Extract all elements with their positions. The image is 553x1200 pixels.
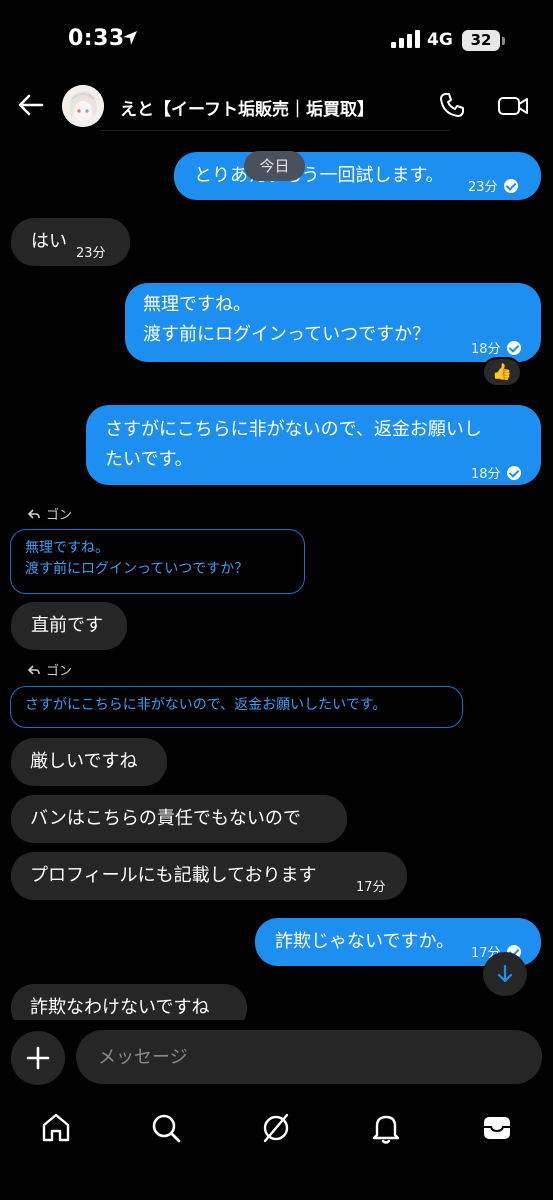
incoming-message[interactable]: プロフィールにも記載しております 17分 [11,852,407,900]
bell-icon[interactable] [368,1110,404,1146]
status-time: 0:33 [68,26,125,51]
add-attachment-button[interactable] [11,1031,65,1085]
search-icon[interactable] [148,1110,184,1146]
read-check-icon [506,341,521,355]
reply-arrow-icon [28,665,40,675]
message-line: さすがにこちらに非がないので、返金お願いし [105,419,482,440]
message-text: 詐欺なわけないですね [30,997,210,1018]
battery-tip [502,37,505,45]
message-line: 無理ですね。 [143,294,251,315]
message-text: 直前です [31,615,103,636]
explore-icon[interactable] [258,1110,294,1146]
home-indicator [180,1178,373,1184]
video-camera-icon[interactable] [497,92,529,120]
battery-level: 32 [462,30,500,51]
message-time: 18分 [471,342,501,357]
quote-line: 渡す前にログインっていつですか？ [25,561,249,577]
message-meta: 18分 [471,460,521,490]
message-text: 詐欺じゃないですか。 [275,931,455,952]
home-icon[interactable] [38,1110,74,1146]
reply-author: ゴン [46,664,73,679]
quoted-message[interactable]: 無理ですね。 渡す前にログインっていつですか？ [10,529,305,594]
bottom-navigation [0,1100,553,1200]
status-bar: 0:33 4G 32 [0,0,553,80]
contact-name[interactable]: えと【イーフト垢販売｜垢買取】 [120,95,374,120]
header-divider [100,130,450,131]
quote-line: 無理ですね。 [25,540,109,556]
read-check-icon [506,466,521,480]
message-time: 23分 [468,180,498,195]
cellular-signal-icon [391,30,420,48]
reply-label: ゴン [28,660,72,679]
outgoing-message[interactable]: さすがにこちらに非がないので、返金お願いし たいです。 18分 [86,405,541,485]
incoming-message[interactable]: バンはこちらの責任でもないので [11,795,347,843]
incoming-message[interactable]: 直前です [11,602,127,650]
message-input[interactable] [76,1030,542,1084]
inbox-icon[interactable] [479,1110,515,1146]
read-check-icon [503,179,518,193]
phone-icon[interactable] [438,91,466,119]
incoming-message[interactable]: 詐欺なわけないですね [11,984,247,1020]
arrow-down-icon [497,964,513,983]
scroll-to-bottom-button[interactable] [483,952,527,996]
message-text: バンはこちらの責任でもないので [30,808,301,829]
message-list[interactable]: とりあえずもう一回試します。 23分 今日 はい 23分 無理ですね。 渡す前に… [0,132,553,1020]
outgoing-message[interactable]: とりあえずもう一回試します。 23分 [174,152,541,200]
message-text: はい [31,231,67,252]
reply-author: ゴン [46,508,73,523]
avatar-illustration [62,85,104,127]
message-time: 18分 [471,467,501,482]
incoming-message[interactable]: 厳しいですね [11,738,167,786]
avatar[interactable] [62,85,104,127]
location-arrow-icon [123,31,137,45]
network-type: 4G [427,30,453,50]
date-divider: 今日 [244,151,305,181]
message-time: 17分 [356,880,386,895]
quote-line: さすがにこちらに非がないので、返金お願いしたいです。 [25,697,387,713]
message-text: 厳しいですね [30,751,138,772]
message-time: 23分 [76,246,106,261]
reply-arrow-icon [28,509,40,519]
reply-label: ゴン [28,504,72,523]
chat-header: えと【イーフト垢販売｜垢買取】 [0,80,553,132]
outgoing-message[interactable]: 無理ですね。 渡す前にログインっていつですか？ 18分 [125,283,541,362]
plus-icon [26,1046,50,1070]
arrow-left-icon[interactable] [16,90,46,120]
quoted-message[interactable]: さすがにこちらに非がないので、返金お願いしたいです。 [10,686,463,728]
message-text: とりあえずもう一回試します。 [194,165,444,186]
message-meta: 23分 [468,173,518,203]
reaction-badge[interactable]: 👍 [482,357,522,387]
message-text: プロフィールにも記載しております [30,865,317,886]
incoming-message[interactable]: はい 23分 [11,218,130,266]
